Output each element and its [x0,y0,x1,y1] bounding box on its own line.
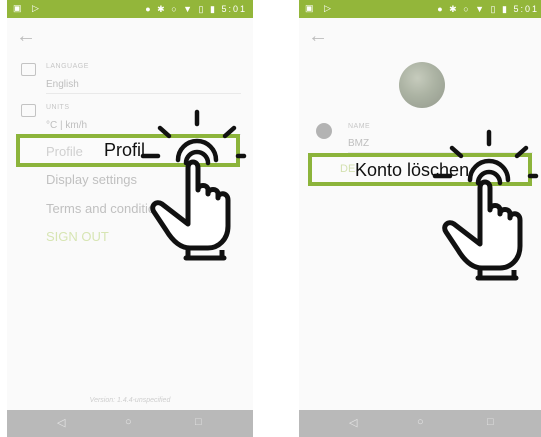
language-label: LANGUAGE [46,63,89,70]
back-arrow-icon[interactable]: ← [16,26,36,46]
avatar[interactable] [399,62,445,108]
status-time: 5:01 [221,4,247,14]
nav-home-icon[interactable]: ○ [417,416,424,428]
nav-back-icon[interactable]: ◁ [57,416,65,429]
units-label: UNITS [46,104,70,111]
chat-bubble-icon [21,63,36,76]
android-nav-bar: ◁ ○ □ [299,410,541,437]
status-icons-left: ▣ ▷ [305,3,335,13]
tap-hand-icon [140,109,247,261]
android-nav-bar: ◁ ○ □ [7,410,253,437]
nav-home-icon[interactable]: ○ [125,416,132,428]
status-bar: ▣ ▷ ● ✱ ○ ▼ ▯ ▮ 5:01 [7,0,253,18]
status-icons-right: ● ✱ ○ ▼ ▯ ▮ 5:01 [437,4,539,15]
nav-back-icon[interactable]: ◁ [349,416,357,429]
status-time: 5:01 [513,4,539,14]
sign-out-button[interactable]: SIGN OUT [46,229,109,244]
status-system-icons: ● ✱ ○ ▼ ▯ ▮ [145,4,217,14]
language-value[interactable]: English [46,79,79,90]
ruler-icon [21,104,36,117]
units-value[interactable]: °C | km/h [46,120,87,131]
nav-recent-icon[interactable]: □ [195,416,202,428]
nav-recent-icon[interactable]: □ [487,416,494,428]
divider [46,93,241,94]
name-value[interactable]: BMZ [348,138,369,149]
status-system-icons: ● ✱ ○ ▼ ▯ ▮ [437,4,509,14]
status-bar: ▣ ▷ ● ✱ ○ ▼ ▯ ▮ 5:01 [299,0,541,18]
menu-item-display-settings[interactable]: Display settings [46,172,137,187]
person-icon [316,123,332,139]
version-text: Version: 1.4.4-unspecified [89,397,171,404]
status-icons-right: ● ✱ ○ ▼ ▯ ▮ 5:01 [145,4,247,15]
tap-hand-icon [432,129,539,281]
back-arrow-icon[interactable]: ← [308,26,328,46]
status-icons-left: ▣ ▷ [13,3,43,13]
name-label: NAME [348,123,371,130]
